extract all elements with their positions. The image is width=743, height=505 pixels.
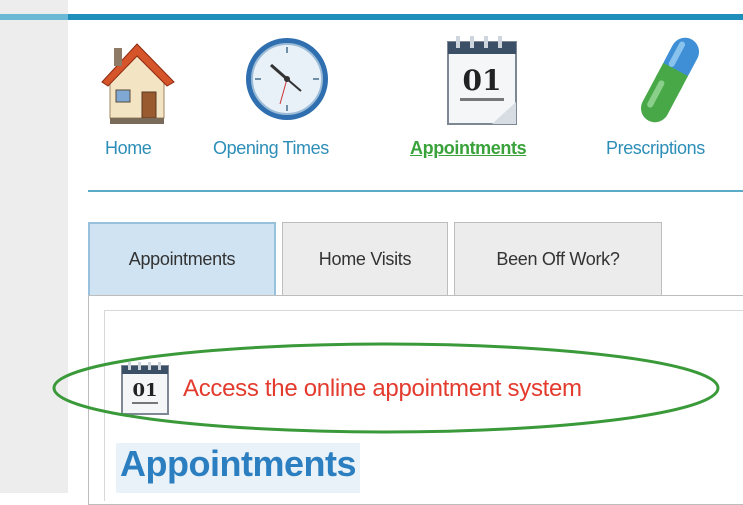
house-icon [101, 43, 175, 124]
left-panel [0, 0, 68, 493]
calendar-small-day-text: 01 [132, 380, 157, 401]
top-accent-bar [0, 14, 743, 20]
nav-divider [88, 190, 743, 192]
tab-home-visits[interactable]: Home Visits [282, 222, 448, 295]
nav-label-prescriptions[interactable]: Prescriptions [606, 138, 705, 159]
nav-label-appointments[interactable]: Appointments [410, 138, 527, 159]
pills-icon [640, 37, 700, 123]
online-appointment-link[interactable]: Access the online appointment system [183, 375, 582, 403]
top-accent-bar-left [0, 14, 68, 20]
calendar-icon: 01 [447, 36, 517, 125]
tab-been-off-work[interactable]: Been Off Work? [454, 222, 662, 295]
calendar-day-text: 01 [463, 64, 502, 97]
nav-label-home[interactable]: Home [105, 138, 152, 159]
clock-icon [246, 38, 328, 120]
page-heading: Appointments [116, 443, 360, 493]
calendar-small-icon: 01 [121, 362, 169, 415]
nav-label-opening-times[interactable]: Opening Times [213, 138, 329, 159]
tab-appointments[interactable]: Appointments [88, 222, 276, 295]
